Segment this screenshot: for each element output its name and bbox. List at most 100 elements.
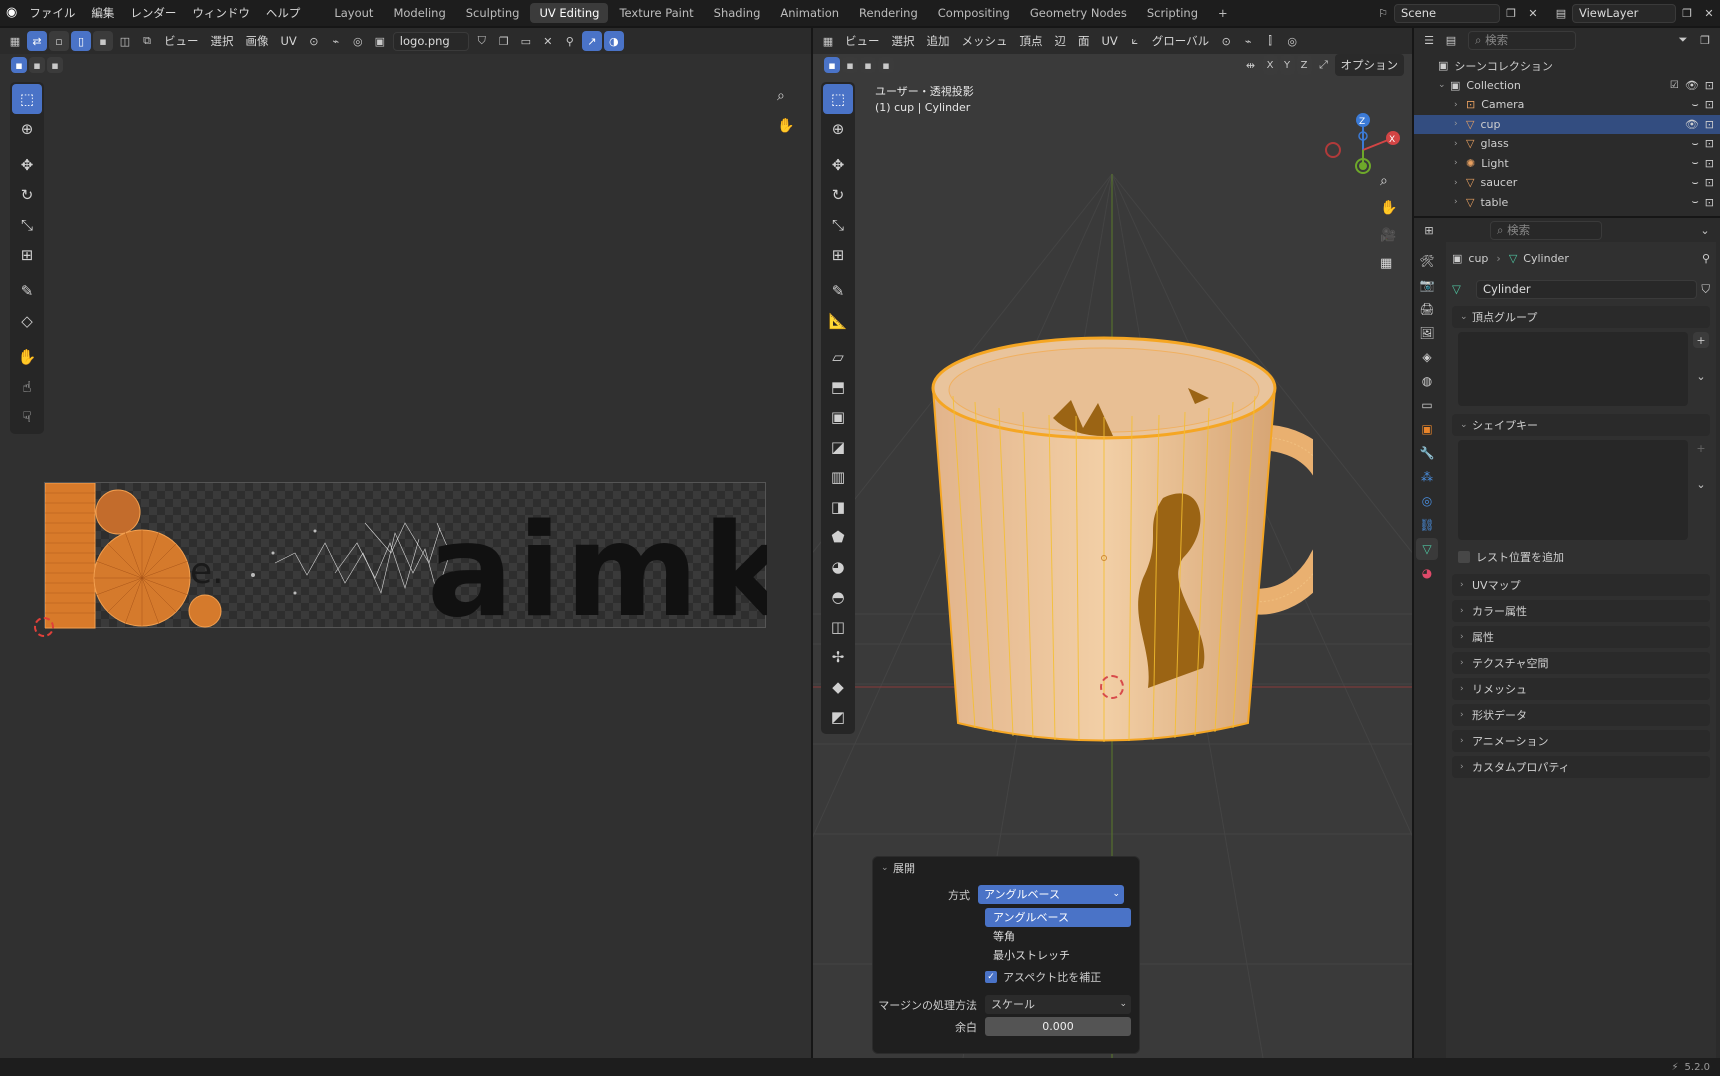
unlink-image-icon[interactable]: ✕	[538, 31, 558, 51]
scene-tab-icon[interactable]: ◈	[1416, 346, 1438, 368]
object-tab-icon[interactable]: ▣	[1416, 418, 1438, 440]
world-tab-icon[interactable]: ◍	[1416, 370, 1438, 392]
viewport-menu-6[interactable]: 面	[1072, 30, 1096, 52]
perspective-toggle-icon[interactable]: ▦	[1380, 256, 1392, 271]
pin-icon[interactable]: ⚲	[1702, 252, 1710, 265]
gizmo-icon[interactable]: ↗	[581, 31, 602, 51]
render-toggle-icon[interactable]: ⊡	[1705, 176, 1714, 189]
outliner-row-table[interactable]: › ▽ table ⌣ ⊡	[1414, 193, 1720, 213]
tab-scripting[interactable]: Scripting	[1138, 3, 1207, 23]
chevron-right-icon[interactable]: ›	[1454, 100, 1466, 110]
eye-icon[interactable]: 👁	[1685, 118, 1699, 131]
filter-icon[interactable]: ⏷	[1673, 30, 1693, 50]
viewlayer-selector-icon[interactable]: ▤	[1551, 3, 1571, 23]
viewport-menu-5[interactable]: 辺	[1049, 30, 1073, 52]
render-toggle-icon[interactable]: ⊡	[1705, 98, 1714, 111]
render-toggle-icon[interactable]: ⊡	[1705, 157, 1714, 170]
chevron-down-icon[interactable]: ⌄	[1695, 220, 1715, 240]
margin-method-dropdown[interactable]: スケール ⌄	[985, 995, 1131, 1014]
edge-slide-tool-icon[interactable]: ◫	[823, 612, 853, 642]
chevron-right-icon[interactable]: ›	[1454, 178, 1466, 188]
add-shape-key-button[interactable]: +	[1693, 440, 1709, 456]
shape-key-menu-icon[interactable]: ⌄	[1693, 476, 1709, 492]
tab-geometry-nodes[interactable]: Geometry Nodes	[1021, 3, 1136, 23]
uv-menu-1[interactable]: 選択	[205, 30, 240, 52]
outliner-row-camera[interactable]: › ⊡ Camera ⌣ ⊡	[1414, 95, 1720, 115]
render-toggle-icon[interactable]: ⊡	[1705, 137, 1714, 150]
add-cube-tool-icon[interactable]: ▱	[823, 342, 853, 372]
island-select-icon[interactable]: ◫	[115, 31, 135, 51]
display-mode-icon[interactable]: ▤	[1441, 30, 1461, 50]
menu-1[interactable]: 編集	[83, 0, 122, 26]
outliner-row-saucer[interactable]: › ▽ saucer ⌣ ⊡	[1414, 173, 1720, 193]
overlay-icon[interactable]: ◑	[603, 31, 624, 51]
vertex-select-icon[interactable]: ▫	[49, 31, 69, 51]
tool-tab-icon[interactable]: 🛠	[1416, 250, 1438, 272]
vertex-groups-list[interactable]	[1458, 332, 1688, 406]
panel-1[interactable]: › カラー属性	[1452, 600, 1710, 622]
view-layer-tab-icon[interactable]: 🖼	[1416, 322, 1438, 344]
select-extend-icon[interactable]: ▪	[29, 57, 45, 73]
scene-collection-row[interactable]: ▣ シーンコレクション	[1414, 56, 1720, 76]
vp-measure-tool-icon[interactable]: 📐	[823, 306, 853, 336]
cursor-tool-icon[interactable]: ⊕	[12, 114, 42, 144]
material-tab-icon[interactable]: ◕	[1416, 562, 1438, 584]
vertex-group-menu-icon[interactable]: ⌄	[1693, 368, 1709, 384]
orientation-icon[interactable]: ⟀	[1125, 31, 1145, 51]
panel-5[interactable]: › 形状データ	[1452, 704, 1710, 726]
snap-icon[interactable]: ⌁	[326, 31, 346, 51]
new-scene-icon[interactable]: ❐	[1501, 3, 1521, 23]
vp-cursor-tool-icon[interactable]: ⊕	[823, 114, 853, 144]
render-tab-icon[interactable]: 📷	[1416, 274, 1438, 296]
select-new-icon[interactable]: ▪	[11, 57, 27, 73]
method-option-min-stretch[interactable]: 最小ストレッチ	[985, 946, 1131, 965]
outliner-editor-icon[interactable]: ☰	[1419, 30, 1439, 50]
panel-6[interactable]: › アニメーション	[1452, 730, 1710, 752]
vp-zoom-icon[interactable]: ⌕	[1380, 173, 1388, 189]
eye-closed-icon[interactable]: ⌣	[1692, 176, 1699, 190]
viewport-menu-3[interactable]: メッシュ	[956, 30, 1014, 52]
sticky-select-icon[interactable]: ⧉	[137, 31, 157, 51]
panel-0[interactable]: › UVマップ	[1452, 574, 1710, 596]
relax-tool-icon[interactable]: ☝	[12, 372, 42, 402]
method-option-conformal[interactable]: 等角	[985, 927, 1131, 946]
snap-viewport-icon[interactable]: ⌁	[1238, 31, 1258, 51]
shape-keys-header[interactable]: ⌄ シェイプキー	[1452, 414, 1710, 436]
delete-scene-icon[interactable]: ✕	[1523, 3, 1543, 23]
vp-scale-tool-icon[interactable]: ⤡	[823, 210, 853, 240]
physics-tab-icon[interactable]: ◎	[1416, 490, 1438, 512]
editor-type-icon[interactable]: ▦	[5, 31, 25, 51]
eye-closed-icon[interactable]: ⌣	[1692, 137, 1699, 151]
collection-tab-icon[interactable]: ▭	[1416, 394, 1438, 416]
menu-0[interactable]: ファイル	[21, 0, 83, 26]
fake-user-icon[interactable]: ⛉	[1701, 282, 1710, 297]
select-subtract-icon[interactable]: ▪	[47, 57, 63, 73]
tab-texture-paint[interactable]: Texture Paint	[610, 3, 702, 23]
transform-tool-icon[interactable]: ⊞	[12, 240, 42, 270]
properties-search-input[interactable]: ⌕ 検索	[1490, 220, 1602, 240]
unwrap-panel-header[interactable]: ⌄ 展開	[873, 857, 1139, 879]
vertex-groups-header[interactable]: ⌄ 頂点グループ	[1452, 306, 1710, 328]
chevron-right-icon[interactable]: ›	[1454, 158, 1466, 168]
viewlayer-field[interactable]: ViewLayer	[1572, 3, 1676, 23]
pivot-icon[interactable]: ⊙	[304, 31, 324, 51]
chevron-right-icon[interactable]: ›	[1454, 197, 1466, 207]
pivot-point-icon[interactable]: ⊙	[1216, 31, 1236, 51]
edge-select-icon[interactable]: ▯	[71, 31, 91, 51]
aspect-checkbox[interactable]: ✓	[985, 971, 997, 983]
cup-mesh[interactable]	[913, 328, 1313, 798]
smooth-tool-icon[interactable]: ◓	[823, 582, 853, 612]
delete-viewlayer-icon[interactable]: ✕	[1699, 3, 1719, 23]
menu-4[interactable]: ヘルプ	[258, 0, 309, 26]
viewport-menu-7[interactable]: UV	[1096, 30, 1124, 52]
blender-logo-icon[interactable]: ◉	[0, 0, 21, 26]
constraint-tab-icon[interactable]: ⛓	[1416, 514, 1438, 536]
rip-tool-icon[interactable]: ◇	[12, 306, 42, 336]
vp-rotate-tool-icon[interactable]: ↻	[823, 180, 853, 210]
viewport-menu-0[interactable]: ビュー	[839, 30, 886, 52]
viewport-editor-icon[interactable]: ▦	[818, 31, 838, 51]
extrude-tool-icon[interactable]: ⬒	[823, 372, 853, 402]
proportional-icon[interactable]: ◎	[348, 31, 368, 51]
knife-tool-icon[interactable]: ◨	[823, 492, 853, 522]
rotate-tool-icon[interactable]: ↻	[12, 180, 42, 210]
